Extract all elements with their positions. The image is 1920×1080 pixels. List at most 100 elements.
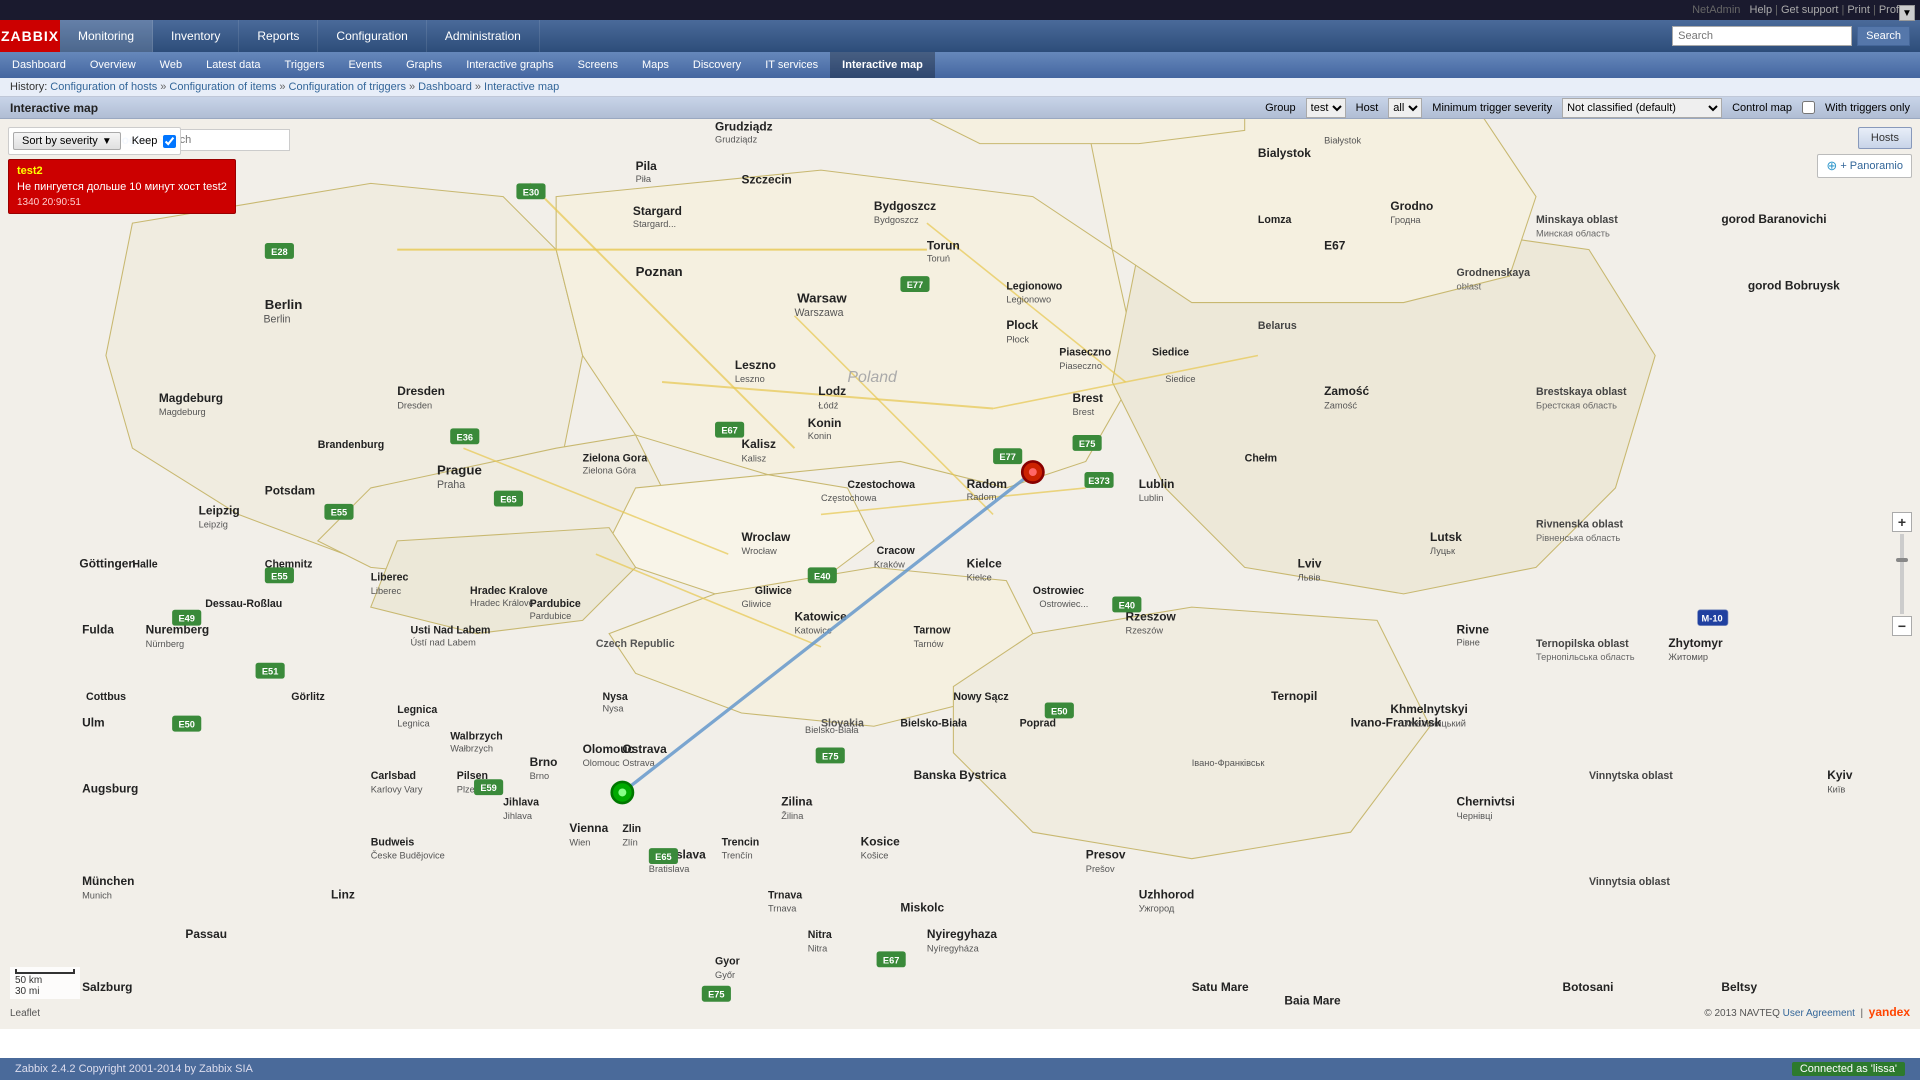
- svg-text:Banska Bystrica: Banska Bystrica: [914, 768, 1007, 782]
- subnav-it-services[interactable]: IT services: [753, 52, 830, 78]
- svg-text:Chernivtsi: Chernivtsi: [1457, 795, 1515, 809]
- search-button[interactable]: Search: [1857, 26, 1910, 46]
- username-display: NetAdmin: [1692, 4, 1740, 16]
- leaflet-attribution: Leaflet: [10, 1008, 40, 1019]
- svg-text:Lodz: Lodz: [818, 384, 846, 398]
- svg-text:E55: E55: [331, 508, 347, 518]
- svg-text:E75: E75: [822, 751, 838, 761]
- breadcrumb-config-triggers[interactable]: Configuration of triggers: [289, 81, 406, 93]
- svg-text:Leszno: Leszno: [735, 374, 765, 384]
- svg-text:Wien: Wien: [569, 837, 590, 847]
- svg-text:Poland: Poland: [847, 369, 898, 386]
- svg-text:Khmelnytskyi: Khmelnytskyi: [1390, 702, 1467, 716]
- zoom-slider[interactable]: [1900, 534, 1904, 614]
- svg-text:Ulm: Ulm: [82, 715, 105, 729]
- control-map-checkbox[interactable]: [1802, 101, 1815, 114]
- svg-text:Prešov: Prešov: [1086, 864, 1115, 874]
- svg-text:Івано-Франківськ: Івано-Франківськ: [1192, 758, 1266, 768]
- svg-text:Žilina: Žilina: [781, 811, 804, 821]
- svg-text:Konin: Konin: [808, 416, 842, 430]
- svg-text:Satu Mare: Satu Mare: [1192, 980, 1249, 994]
- user-agreement-link[interactable]: User Agreement: [1783, 1008, 1855, 1019]
- subnav-web[interactable]: Web: [148, 52, 194, 78]
- svg-text:E65: E65: [655, 852, 671, 862]
- svg-text:Prague: Prague: [437, 463, 482, 478]
- svg-text:Botosani: Botosani: [1562, 980, 1613, 994]
- zoom-handle[interactable]: [1896, 558, 1908, 562]
- subnav-triggers[interactable]: Triggers: [273, 52, 337, 78]
- svg-text:Gliwice: Gliwice: [742, 599, 772, 609]
- svg-text:Beltsy: Beltsy: [1721, 980, 1757, 994]
- severity-select[interactable]: Not classified (default): [1562, 98, 1722, 118]
- help-link[interactable]: Help: [1750, 4, 1773, 16]
- print-link[interactable]: Print: [1847, 4, 1870, 16]
- svg-text:Trenčín: Trenčín: [722, 851, 753, 861]
- svg-text:E40: E40: [1119, 600, 1135, 610]
- svg-text:Toruń: Toruń: [927, 254, 950, 264]
- subnav-graphs[interactable]: Graphs: [394, 52, 454, 78]
- leaflet-link[interactable]: Leaflet: [10, 1008, 40, 1019]
- search-input[interactable]: [1672, 26, 1852, 46]
- subnav-events[interactable]: Events: [336, 52, 394, 78]
- breadcrumb-config-hosts[interactable]: Configuration of hosts: [50, 81, 157, 93]
- zoom-out-button[interactable]: −: [1892, 616, 1912, 636]
- svg-text:Nyiregyhaza: Nyiregyhaza: [927, 927, 998, 941]
- svg-text:Hradec Kralove: Hradec Kralove: [470, 585, 548, 597]
- svg-text:Brandenburg: Brandenburg: [318, 439, 384, 451]
- svg-text:Bielsko-Biała: Bielsko-Biała: [805, 725, 859, 735]
- subnav-overview[interactable]: Overview: [78, 52, 148, 78]
- svg-text:Чернівці: Чернівці: [1457, 811, 1493, 821]
- breadcrumb-config-items[interactable]: Configuration of items: [169, 81, 276, 93]
- host-select[interactable]: all: [1388, 98, 1422, 118]
- breadcrumb: History: Configuration of hosts » Config…: [0, 78, 1920, 97]
- subnav-interactive-map[interactable]: Interactive map: [830, 52, 935, 78]
- with-triggers-label: With triggers only: [1825, 102, 1910, 114]
- subnav-maps[interactable]: Maps: [630, 52, 681, 78]
- svg-text:Gliwice: Gliwice: [755, 585, 792, 597]
- zoom-in-button[interactable]: +: [1892, 512, 1912, 532]
- map-container[interactable]: E28 E30 E67 E77 E77 E75 E40 E36 Berlin B…: [0, 119, 1920, 1029]
- svg-text:Ostrowiec...: Ostrowiec...: [1039, 599, 1088, 609]
- svg-text:Česke Budějovice: Česke Budějovice: [371, 851, 445, 861]
- group-select[interactable]: test: [1306, 98, 1346, 118]
- svg-text:Kielce: Kielce: [967, 556, 1002, 570]
- svg-text:Győr: Győr: [715, 970, 735, 980]
- subnav-latest-data[interactable]: Latest data: [194, 52, 272, 78]
- svg-text:Nyíregyháza: Nyíregyháza: [927, 943, 980, 953]
- keep-label: Keep: [132, 135, 158, 147]
- get-support-link[interactable]: Get support: [1781, 4, 1838, 16]
- keep-checkbox[interactable]: [163, 135, 176, 148]
- svg-text:Wroclaw: Wroclaw: [742, 530, 791, 544]
- zabbix-logo: ZABBIX: [0, 20, 60, 52]
- page-title: Interactive map: [10, 101, 98, 115]
- svg-text:E51: E51: [262, 667, 278, 677]
- nav-monitoring[interactable]: Monitoring: [60, 20, 153, 52]
- breadcrumb-dashboard[interactable]: Dashboard: [418, 81, 472, 93]
- svg-text:Passau: Passau: [185, 927, 227, 941]
- svg-text:Bielsko-Biała: Bielsko-Biała: [900, 717, 967, 729]
- breadcrumb-interactive-map[interactable]: Interactive map: [484, 81, 559, 93]
- nav-reports[interactable]: Reports: [239, 20, 318, 52]
- map-background: E28 E30 E67 E77 E77 E75 E40 E36 Berlin B…: [0, 119, 1920, 1029]
- panoramio-button[interactable]: ⊕ + Panoramio: [1817, 154, 1912, 178]
- subnav-interactive-graphs[interactable]: Interactive graphs: [454, 52, 565, 78]
- sort-by-severity-button[interactable]: Sort by severity ▼: [13, 132, 121, 150]
- svg-text:Liberec: Liberec: [371, 586, 402, 596]
- hosts-button[interactable]: Hosts: [1858, 127, 1912, 149]
- nav-administration[interactable]: Administration: [427, 20, 540, 52]
- svg-text:Kyiv: Kyiv: [1827, 768, 1853, 782]
- svg-text:Budweis: Budweis: [371, 836, 415, 848]
- top-bar: NetAdmin Help | Get support | Print | Pr…: [0, 0, 1920, 20]
- svg-text:Брестская область: Брестская область: [1536, 400, 1617, 410]
- svg-text:Луцьк: Луцьк: [1430, 546, 1456, 556]
- subnav-discovery[interactable]: Discovery: [681, 52, 753, 78]
- svg-text:Hradec Králové: Hradec Králové: [470, 598, 534, 608]
- svg-text:Legionowo: Legionowo: [1006, 280, 1062, 292]
- nav-inventory[interactable]: Inventory: [153, 20, 239, 52]
- subnav-dashboard[interactable]: Dashboard: [0, 52, 78, 78]
- nav-configuration[interactable]: Configuration: [318, 20, 426, 52]
- severity-panel: Sort by severity ▼ Keep: [8, 127, 181, 155]
- subnav-screens[interactable]: Screens: [566, 52, 630, 78]
- collapse-button[interactable]: ▼: [1899, 5, 1915, 21]
- svg-text:Nysa: Nysa: [602, 704, 624, 714]
